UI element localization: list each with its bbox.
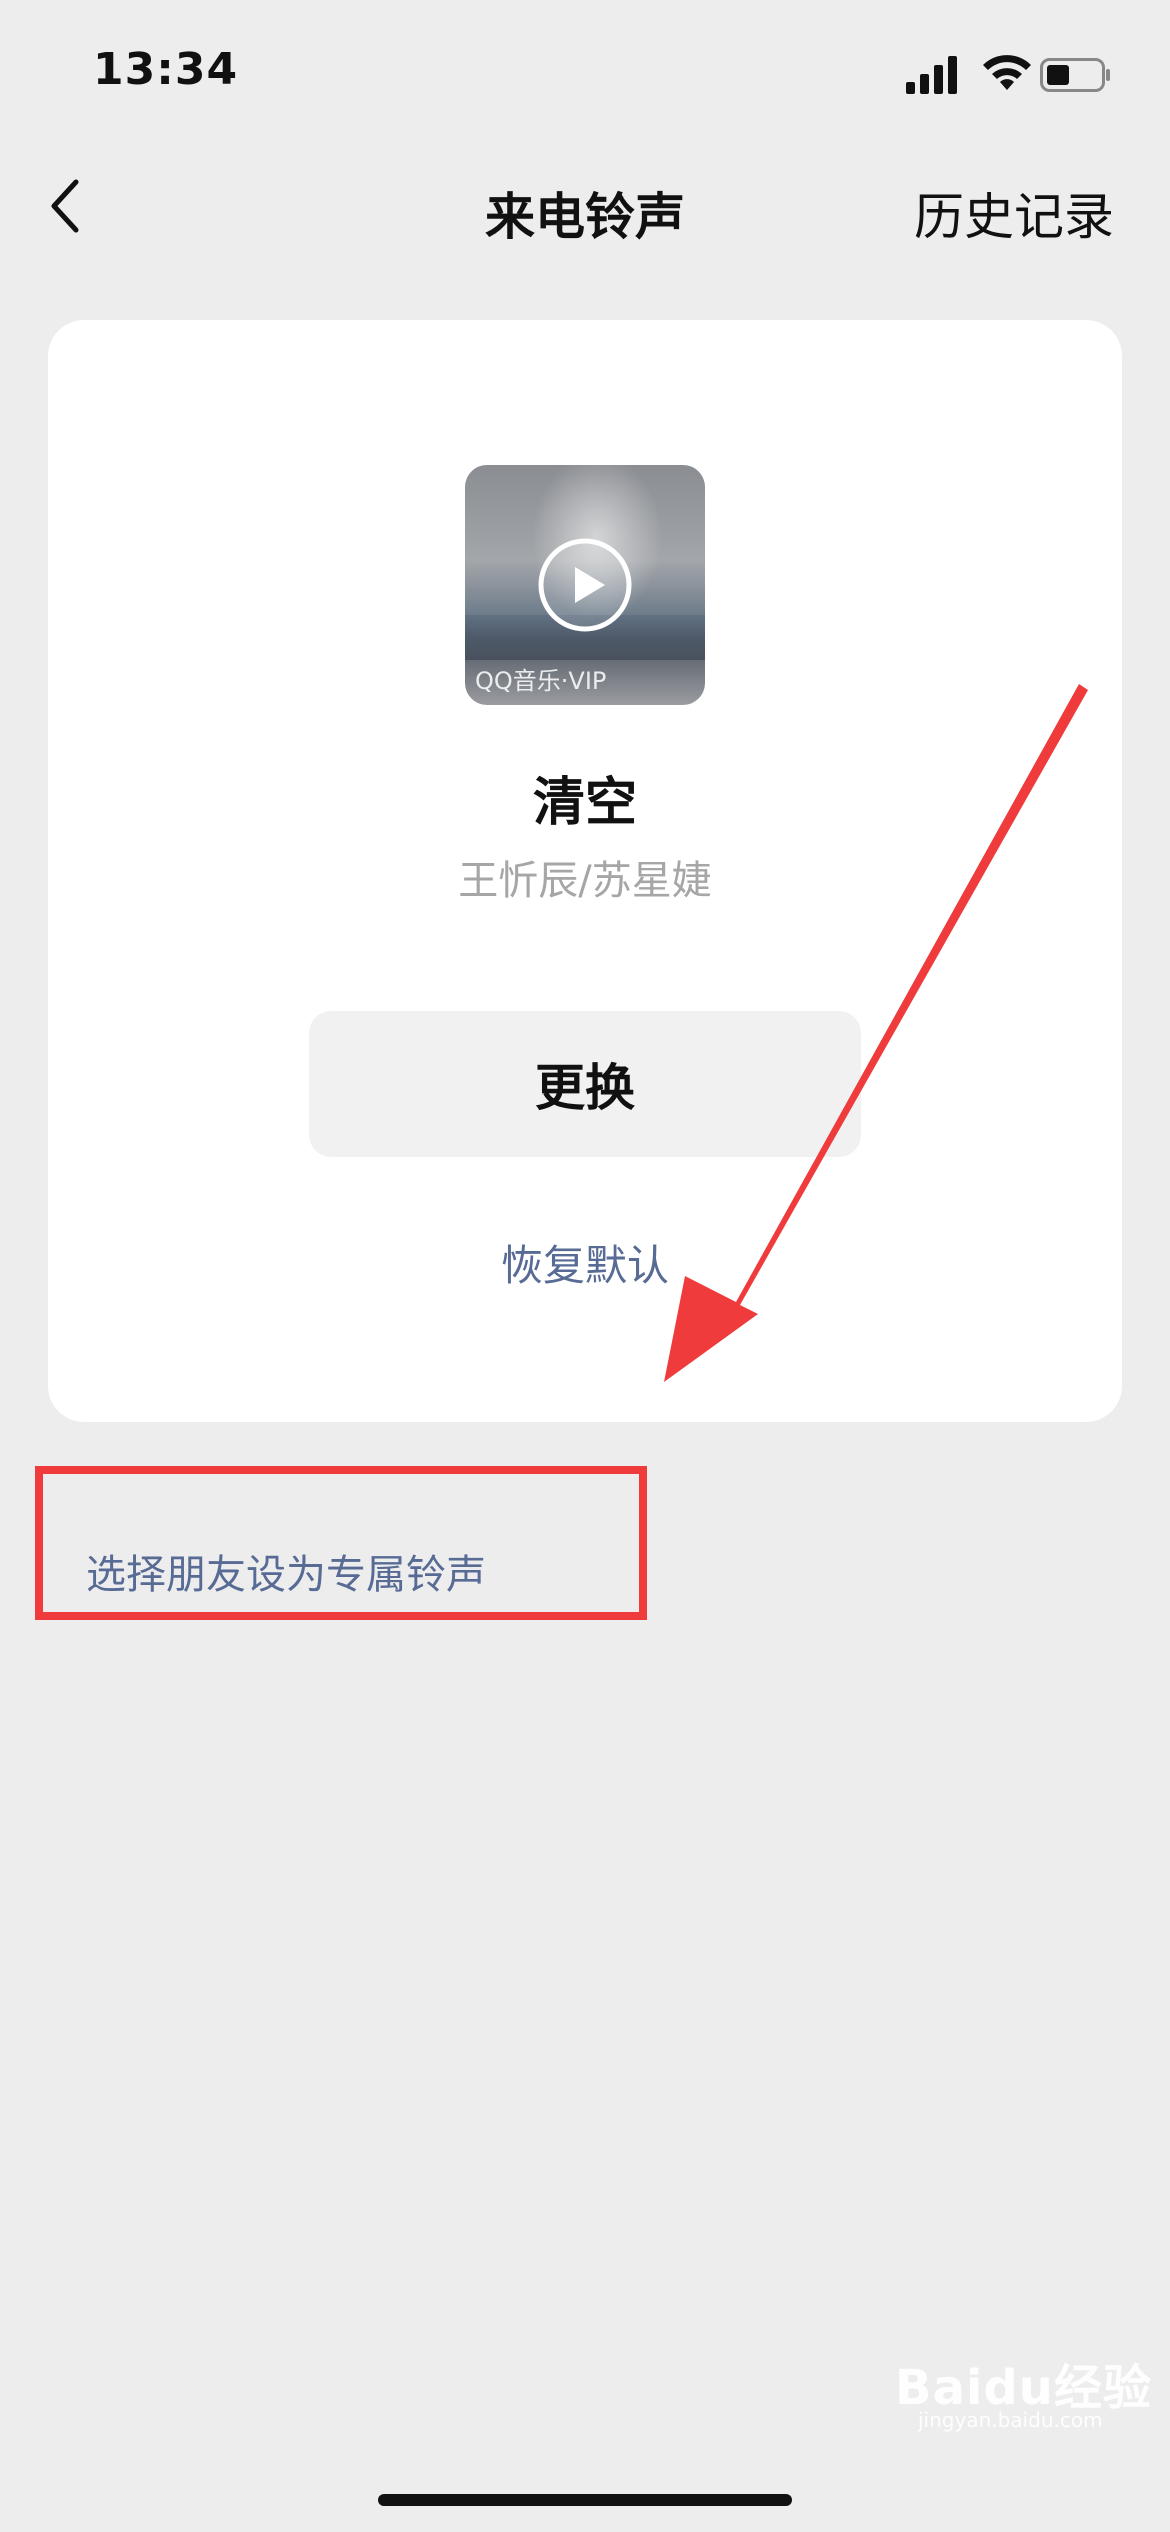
song-title: 清空 (532, 773, 637, 833)
restore-default-link[interactable]: 恢复默认 (0, 1232, 1170, 1293)
song-artist: 王忻辰/苏星婕 (458, 858, 712, 904)
home-indicator[interactable] (378, 2494, 792, 2506)
history-link[interactable]: 历史记录 (914, 177, 1114, 249)
change-button[interactable]: 更换 (309, 1011, 861, 1157)
signal-icon (906, 56, 957, 94)
status-time: 13:34 (93, 44, 239, 95)
wifi-icon (983, 55, 1031, 90)
play-icon[interactable] (537, 537, 633, 633)
album-cover[interactable]: QQ音乐·VIP (465, 465, 705, 705)
cover-badge: QQ音乐·VIP (475, 667, 607, 695)
battery-icon (1040, 58, 1110, 92)
annotation-highlight-box (35, 1466, 647, 1620)
baidu-watermark-url: jingyan.baidu.com (918, 2408, 1103, 2432)
